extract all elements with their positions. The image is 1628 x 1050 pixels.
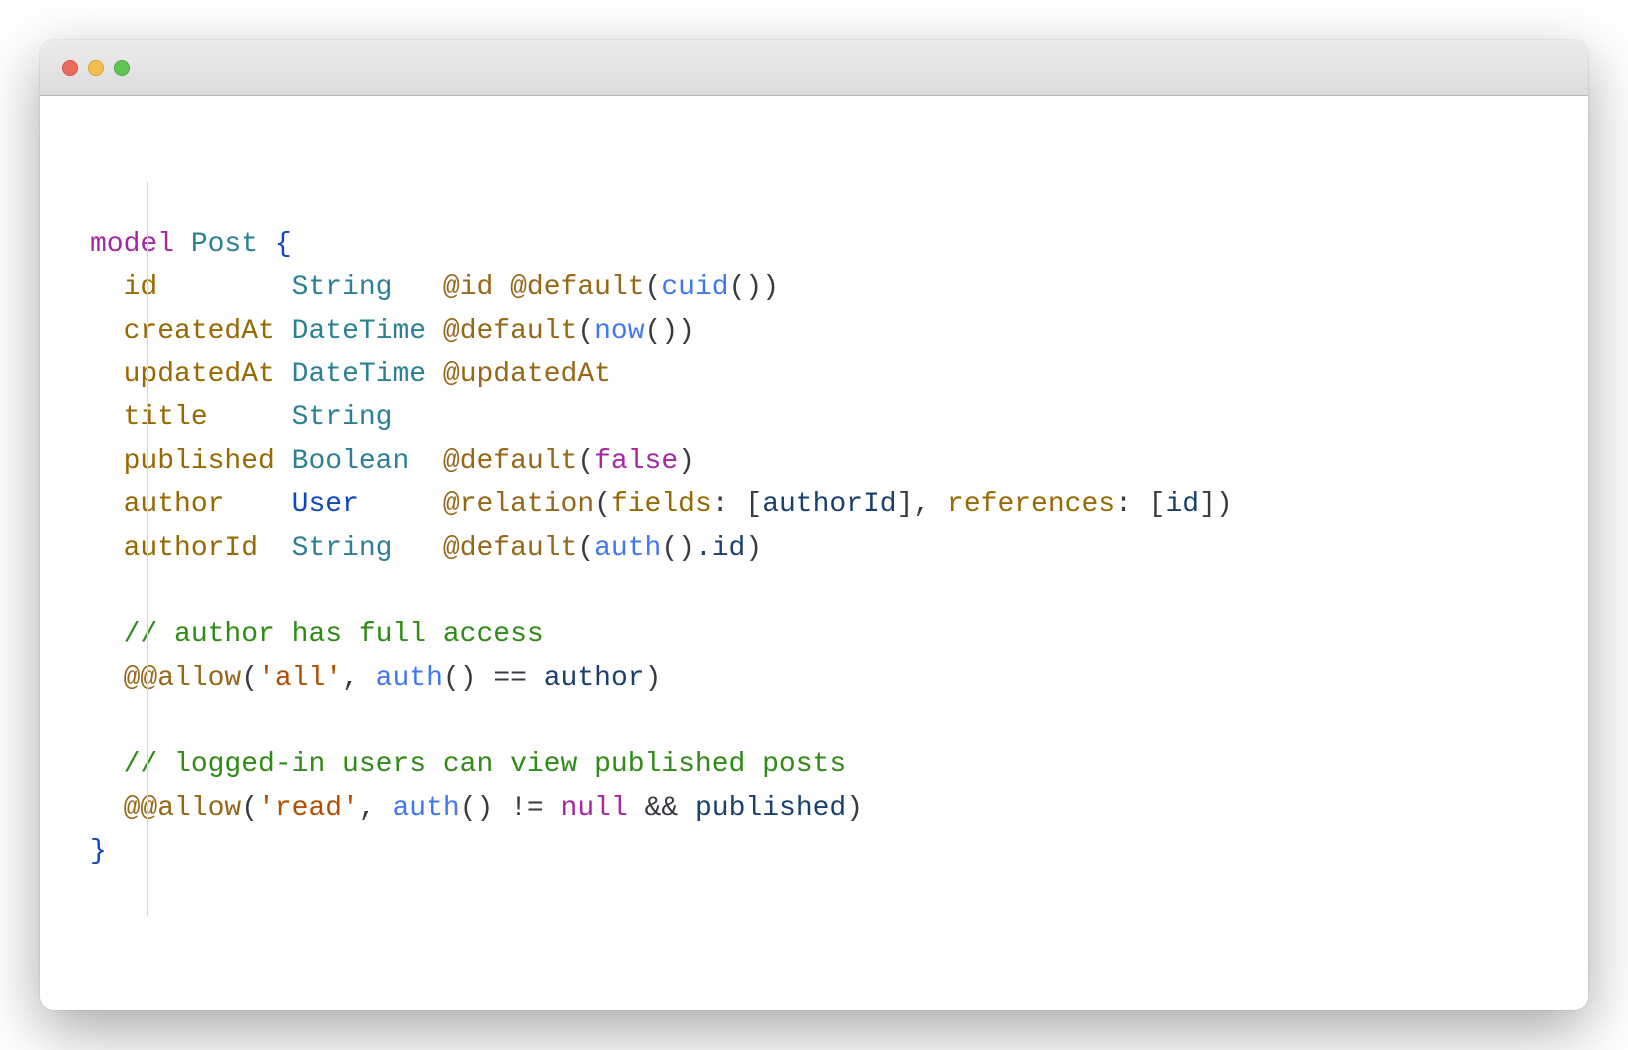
field-name: authorId (124, 533, 258, 564)
attr-default: @default (443, 316, 577, 347)
operator-ne: != (510, 793, 544, 824)
literal-false: false (594, 446, 678, 477)
func-auth: auth (376, 663, 443, 694)
string-literal: 'all' (258, 663, 342, 694)
code-editor: model Post { id String @id @default(cuid… (40, 96, 1588, 1010)
attr-updatedat: @updatedAt (443, 359, 611, 390)
field-type: String (292, 272, 393, 303)
attr-default: @default (443, 533, 577, 564)
param-references: references (947, 489, 1115, 520)
attr-default: @default (443, 446, 577, 477)
field-type: String (292, 533, 393, 564)
model-name: Post (191, 229, 258, 260)
window-titlebar (40, 40, 1588, 96)
field-type: String (292, 402, 393, 433)
field-name: author (124, 489, 225, 520)
keyword-null: null (561, 793, 628, 824)
identifier: author (544, 663, 645, 694)
code-window: model Post { id String @id @default(cuid… (40, 40, 1588, 1010)
attr-default: @default (510, 272, 644, 303)
minimize-icon[interactable] (88, 60, 104, 76)
attr-relation: @relation (443, 489, 594, 520)
param-fields: fields (611, 489, 712, 520)
param-value: authorId (762, 489, 896, 520)
code-comment: // author has full access (124, 619, 544, 650)
operator-and: && (645, 793, 679, 824)
attr-allow: @@allow (124, 793, 242, 824)
open-brace: { (275, 229, 292, 260)
string-literal: 'read' (258, 793, 359, 824)
field-type: Boolean (292, 446, 410, 477)
keyword-model: model (90, 229, 174, 260)
close-brace: } (90, 836, 107, 867)
operator-eq: == (493, 663, 527, 694)
field-type: DateTime (292, 359, 426, 390)
prop-id: .id (695, 533, 745, 564)
close-icon[interactable] (62, 60, 78, 76)
func-now: now (594, 316, 644, 347)
identifier: published (695, 793, 846, 824)
attr-id: @id (443, 272, 493, 303)
code-comment: // logged-in users can view published po… (124, 749, 847, 780)
maximize-icon[interactable] (114, 60, 130, 76)
func-auth: auth (594, 533, 661, 564)
field-type: User (292, 489, 359, 520)
func-cuid: cuid (661, 272, 728, 303)
param-value: id (1165, 489, 1199, 520)
field-type: DateTime (292, 316, 426, 347)
indent-guide (147, 182, 148, 916)
attr-allow: @@allow (124, 663, 242, 694)
field-name: title (124, 402, 208, 433)
field-name: id (124, 272, 158, 303)
func-auth: auth (392, 793, 459, 824)
